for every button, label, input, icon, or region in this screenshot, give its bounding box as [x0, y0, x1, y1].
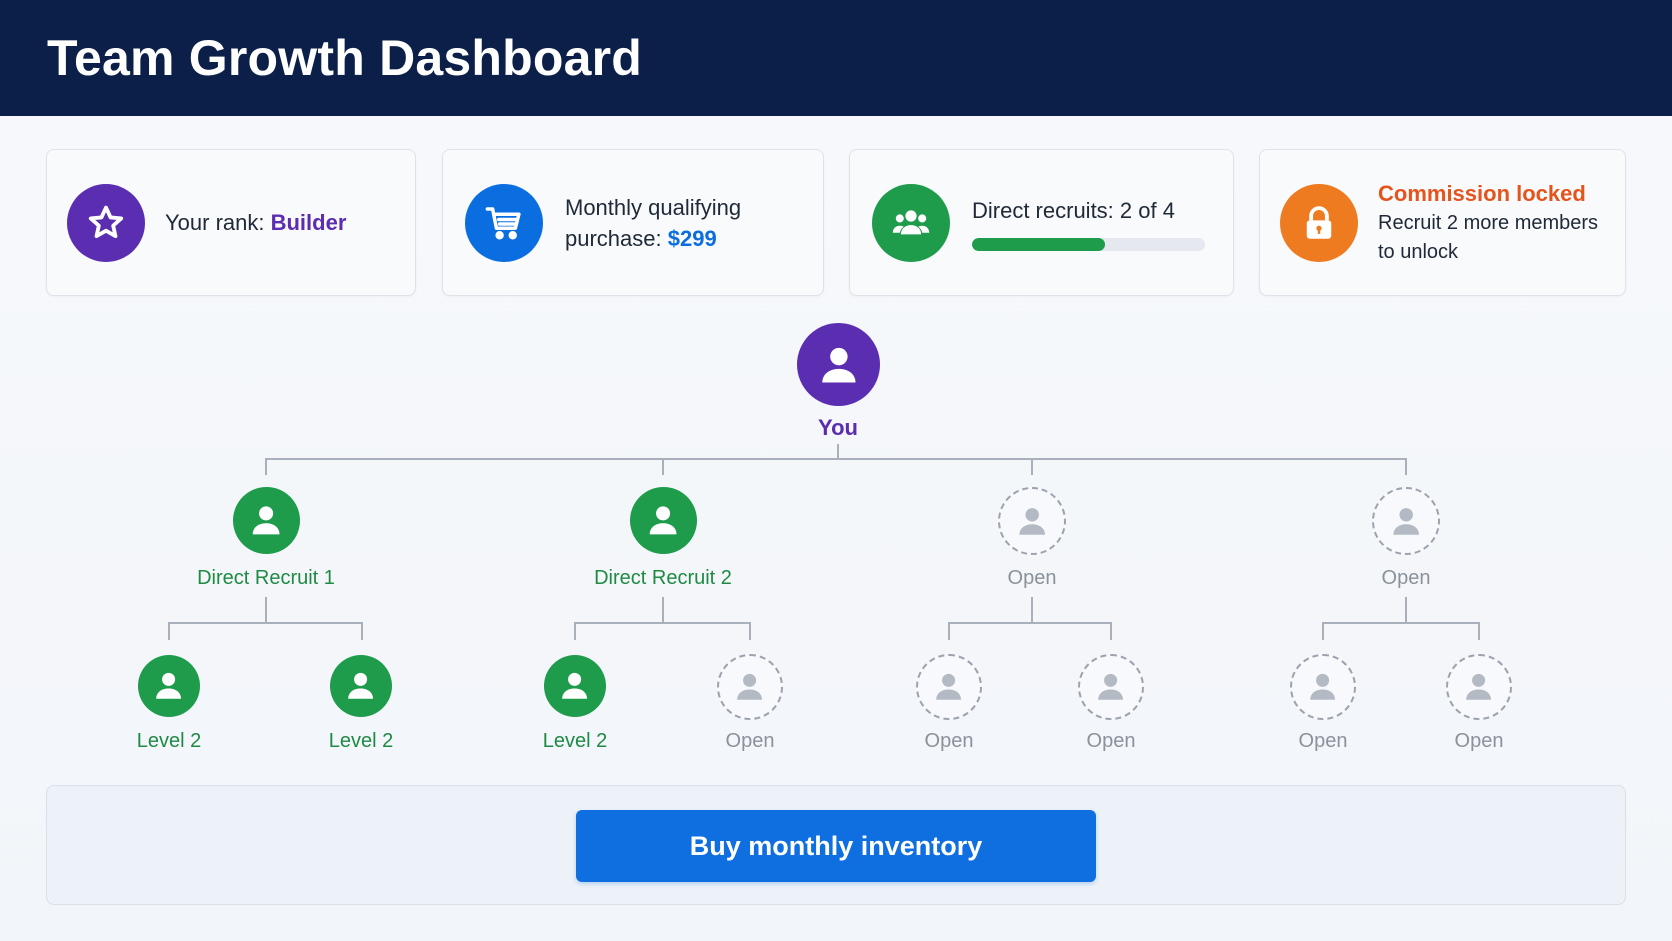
tree-label-level2-1: Level 2: [136, 730, 202, 752]
recruits-label: Direct recruits: 2 of 4: [972, 197, 1175, 223]
tree-node-level1-3-open[interactable]: [998, 487, 1066, 555]
page-title: Team Growth Dashboard: [47, 30, 643, 86]
purchase-label-line1: Monthly qualifying: [565, 194, 742, 220]
user-icon: [821, 347, 856, 383]
recruits-card: Direct recruits: 2 of 4: [849, 149, 1234, 296]
tree-node-level2-1[interactable]: [138, 655, 200, 717]
rank-card: Your rank: Builder: [46, 149, 416, 296]
commission-title: Commission locked: [1378, 180, 1586, 206]
tree-node-level2-4-open[interactable]: [717, 654, 783, 720]
tree-label-level1-3: Open: [1007, 567, 1057, 589]
user-icon: [156, 673, 182, 700]
user-icon: [562, 673, 588, 700]
recruits-progress-bar: [972, 237, 1205, 251]
tree-label-level2-6: Open: [1086, 730, 1136, 752]
recruits-progress-fill: [972, 237, 1105, 251]
star-icon: [67, 183, 145, 262]
purchase-text: Monthly qualifying purchase: $299: [565, 192, 741, 254]
commission-line1: Recruit 2 more members: [1378, 211, 1599, 234]
people-icon: [872, 183, 950, 262]
rank-label: Your rank:: [165, 210, 265, 235]
rank-value: Builder: [270, 210, 347, 235]
user-icon: [936, 674, 962, 701]
user-icon: [1098, 674, 1124, 701]
user-icon: [348, 673, 374, 700]
user-icon: [1393, 507, 1419, 535]
purchase-card: Monthly qualifying purchase: $299: [442, 149, 824, 296]
tree-node-level1-1[interactable]: [233, 487, 300, 554]
tree-node-level2-3[interactable]: [544, 655, 606, 717]
tree-label-level1-2: Direct Recruit 2: [594, 567, 732, 589]
tree-node-level2-5-open[interactable]: [916, 654, 982, 720]
commission-body: Commission locked Recruit 2 more members…: [1378, 179, 1598, 267]
purchase-label-line2: purchase:: [565, 225, 662, 251]
tree-label-level1-4: Open: [1381, 567, 1431, 589]
tree-node-level2-8-open[interactable]: [1446, 654, 1512, 720]
tree-node-level2-7-open[interactable]: [1290, 654, 1356, 720]
page-header: Team Growth Dashboard: [0, 0, 1672, 116]
tree-node-level1-2[interactable]: [630, 487, 697, 554]
tree-node-level1-4-open[interactable]: [1372, 487, 1440, 555]
tree-root-label: You: [818, 415, 858, 440]
user-icon: [253, 506, 280, 535]
purchase-value: $299: [667, 225, 717, 251]
lock-icon: [1280, 183, 1358, 262]
cart-icon: [465, 183, 543, 262]
rank-text: Your rank: Builder: [165, 207, 346, 238]
tree-node-level2-2[interactable]: [330, 655, 392, 717]
user-icon: [737, 674, 763, 701]
tree-label-level2-2: Level 2: [328, 730, 394, 752]
tree-label-level2-4: Open: [725, 730, 775, 752]
commission-card: Commission locked Recruit 2 more members…: [1259, 149, 1626, 296]
tree-label-level2-3: Level 2: [542, 730, 608, 752]
user-icon: [650, 506, 677, 535]
recruits-body: Direct recruits: 2 of 4: [972, 195, 1205, 251]
tree-node-level2-6-open[interactable]: [1078, 654, 1144, 720]
tree-root-node[interactable]: [797, 323, 880, 406]
user-icon: [1310, 674, 1336, 701]
commission-line2: to unlock: [1378, 240, 1459, 263]
user-icon: [1019, 507, 1045, 535]
tree-label-level1-1: Direct Recruit 1: [197, 567, 335, 589]
user-icon: [1466, 674, 1492, 701]
tree-label-level2-8: Open: [1454, 730, 1504, 752]
buy-monthly-inventory-button[interactable]: Buy monthly inventory: [576, 810, 1096, 882]
